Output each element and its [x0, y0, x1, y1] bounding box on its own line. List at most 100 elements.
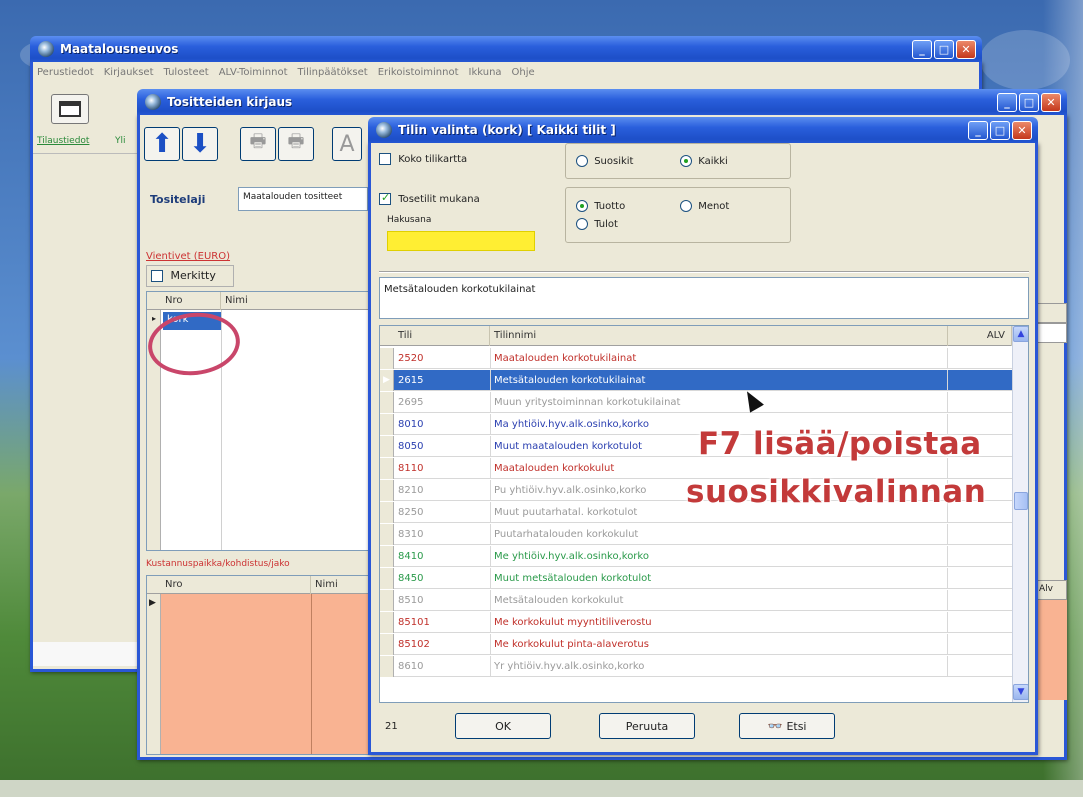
- minimize-button[interactable]: _: [968, 121, 988, 140]
- include-vouchers-option[interactable]: Tosetilit mukana: [379, 191, 480, 205]
- find-button[interactable]: 👓 Etsi: [739, 713, 835, 739]
- cost-col-nro[interactable]: Nro: [161, 576, 311, 594]
- favorites-option[interactable]: Suosikit: [576, 155, 633, 167]
- print-button[interactable]: 🖶: [240, 127, 276, 161]
- include-vouchers-checkbox[interactable]: [379, 191, 391, 205]
- account-row[interactable]: 2695 Muun yritystoiminnan korkotukilainat: [380, 392, 1012, 413]
- scroll-thumb[interactable]: [1014, 492, 1028, 510]
- all-option[interactable]: Kaikki: [680, 155, 728, 167]
- menu-tilinpaatokset[interactable]: Tilinpäätökset: [298, 67, 368, 78]
- close-button[interactable]: ✕: [1041, 93, 1061, 112]
- window-tool-button[interactable]: [51, 94, 89, 124]
- ok-button[interactable]: OK: [455, 713, 551, 739]
- account-row[interactable]: 85101 Me korkokulut myyntitiliverostu: [380, 612, 1012, 633]
- maximize-button[interactable]: □: [1019, 93, 1039, 112]
- selected-account-name: Metsätalouden korkotukilainat: [379, 277, 1029, 319]
- income-expense-label: Tuotto: [594, 201, 626, 212]
- grid-line: [490, 524, 491, 545]
- maximize-button[interactable]: □: [934, 40, 954, 59]
- all-radio[interactable]: [680, 155, 692, 167]
- account-name: Me korkokulut myyntitiliverostu: [494, 617, 652, 628]
- maximize-button[interactable]: □: [990, 121, 1010, 140]
- account-row[interactable]: 8410 Me yhtiöiv.hyv.alk.osinko,korko: [380, 546, 1012, 567]
- font-button[interactable]: A: [332, 127, 362, 161]
- cost-col-nimi[interactable]: Nimi: [311, 576, 371, 594]
- prev-record-button[interactable]: ⬆: [144, 127, 180, 161]
- account-grid: Tili Tilinnimi ALV 2520 Maatalouden korko…: [379, 325, 1029, 703]
- account-dialog-titlebar[interactable]: Tilin valinta (kork) [ Kaikki tilit ] _ …: [368, 117, 1038, 143]
- row-indicator: [380, 414, 394, 435]
- cost-grid: Nro Nimi ▶: [146, 575, 374, 755]
- account-row[interactable]: 8450 Muut metsätalouden korkotulot: [380, 568, 1012, 589]
- menu-erikoistoiminnot[interactable]: Erikoistoiminnot: [378, 67, 459, 78]
- expense-option[interactable]: Menot: [680, 200, 729, 212]
- cost-grid-header: Nro Nimi: [147, 576, 373, 594]
- account-number: 8610: [398, 661, 424, 672]
- next-record-button[interactable]: ⬇: [182, 127, 218, 161]
- printer-icon: 🖶: [287, 131, 305, 152]
- cancel-button[interactable]: Peruuta: [599, 713, 695, 739]
- account-row[interactable]: 85102 Me korkokulut pinta-alaverotus: [380, 634, 1012, 655]
- whole-chart-option[interactable]: Koko tilikartta: [379, 153, 467, 165]
- col-account-name[interactable]: Tilinnimi: [490, 326, 948, 346]
- menu-ohje[interactable]: Ohje: [512, 67, 535, 78]
- grid-line: [947, 348, 948, 369]
- income-expense-radio[interactable]: [576, 200, 588, 212]
- annotation-line-2: suosikkivalinnan: [686, 474, 987, 510]
- income-radio[interactable]: [576, 218, 588, 230]
- toolbar-label-2[interactable]: Yli: [115, 136, 126, 146]
- marked-checkbox[interactable]: [151, 270, 163, 282]
- search-label: Hakusana: [387, 215, 432, 225]
- main-window-titlebar[interactable]: Maatalousneuvos _ □ ✕: [30, 36, 982, 62]
- print-preview-button[interactable]: 🖶: [278, 127, 314, 161]
- col-nro[interactable]: Nro: [161, 292, 221, 310]
- grid-line: [490, 634, 491, 655]
- search-input[interactable]: [387, 231, 535, 251]
- toolbar-label[interactable]: Tilaustiedot: [37, 136, 89, 146]
- account-number: 8110: [398, 463, 424, 474]
- account-number: 8050: [398, 441, 424, 452]
- menu-kirjaukset[interactable]: Kirjaukset: [104, 67, 154, 78]
- grid-line: [490, 436, 491, 457]
- close-button[interactable]: ✕: [1012, 121, 1032, 140]
- right-grid-header-stub: [1035, 303, 1067, 323]
- scope-radio-group: Suosikit Kaikki: [565, 143, 791, 179]
- account-row[interactable]: 2520 Maatalouden korkotukilainat: [380, 348, 1012, 369]
- voucher-type-field[interactable]: Maatalouden tositteet: [238, 187, 368, 211]
- expense-radio[interactable]: [680, 200, 692, 212]
- scroll-up-icon[interactable]: ▲: [1013, 326, 1028, 342]
- marked-filter[interactable]: Merkitty: [146, 265, 234, 287]
- whole-chart-checkbox[interactable]: [379, 153, 391, 165]
- entries-label: Vientivet (EURO): [146, 251, 231, 262]
- row-indicator: [380, 634, 394, 655]
- menu-perustiedot[interactable]: Perustiedot: [37, 67, 94, 78]
- account-row[interactable]: 8310 Puutarhatalouden korkokulut: [380, 524, 1012, 545]
- menu-ikkuna[interactable]: Ikkuna: [469, 67, 502, 78]
- row-indicator: [380, 524, 394, 545]
- main-menubar: Perustiedot Kirjaukset Tulosteet ALV-Toi…: [33, 62, 979, 82]
- menu-alv[interactable]: ALV-Toiminnot: [219, 67, 288, 78]
- col-vat[interactable]: ALV: [948, 326, 1012, 346]
- grid-line: [947, 546, 948, 567]
- binoculars-icon: 👓: [767, 719, 783, 733]
- col-account[interactable]: Tili: [394, 326, 490, 346]
- income-expense-option[interactable]: Tuotto: [576, 200, 625, 212]
- account-number: 8250: [398, 507, 424, 518]
- menu-tulosteet[interactable]: Tulosteet: [164, 67, 209, 78]
- grid-line: [947, 656, 948, 677]
- voucher-window-titlebar[interactable]: Tositteiden kirjaus _ □ ✕: [137, 89, 1067, 115]
- account-row[interactable]: 8510 Metsätalouden korkokulut: [380, 590, 1012, 611]
- income-option[interactable]: Tulot: [576, 218, 618, 230]
- minimize-button[interactable]: _: [997, 93, 1017, 112]
- favorites-radio[interactable]: [576, 155, 588, 167]
- account-grid-scrollbar[interactable]: ▲ ▼: [1012, 326, 1028, 702]
- grid-line: [490, 546, 491, 567]
- current-row-arrow-icon: ▶: [380, 370, 394, 391]
- account-number: 85101: [398, 617, 430, 628]
- minimize-button[interactable]: _: [912, 40, 932, 59]
- close-button[interactable]: ✕: [956, 40, 976, 59]
- scroll-down-icon[interactable]: ▼: [1013, 684, 1028, 700]
- account-row[interactable]: 8610 Yr yhtiöiv.hyv.alk.osinko,korko: [380, 656, 1012, 677]
- account-row[interactable]: ▶ 2615 Metsätalouden korkotukilainat: [380, 370, 1012, 391]
- col-nimi[interactable]: Nimi: [221, 292, 371, 310]
